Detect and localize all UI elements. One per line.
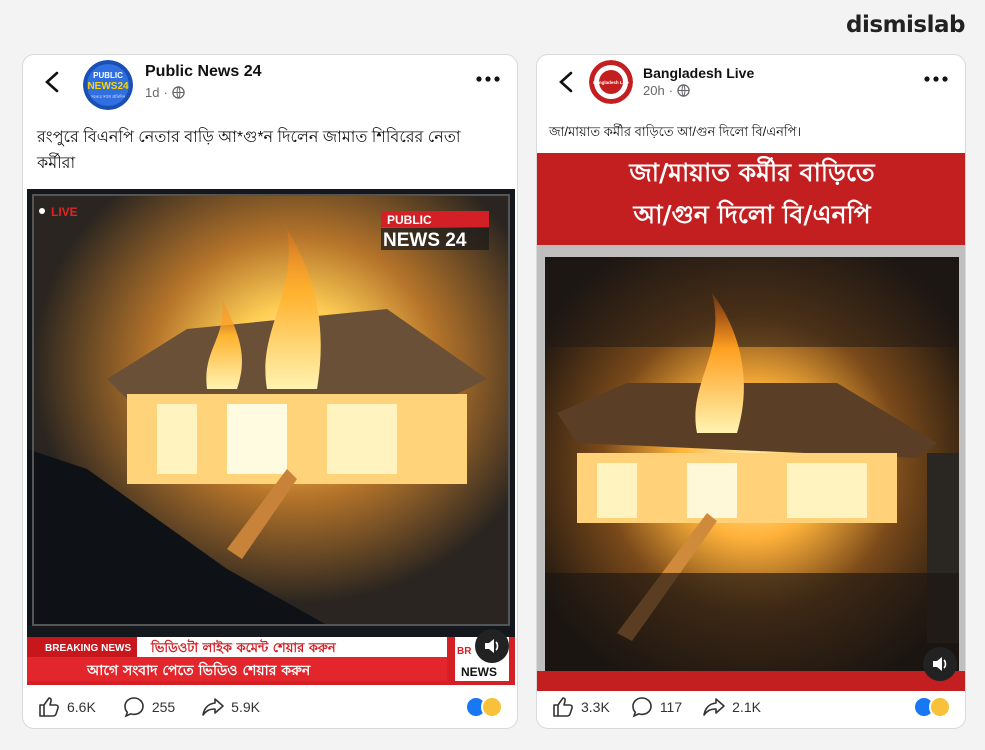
comment-count: 117: [659, 699, 683, 715]
fire-video-frame: জা/মায়াত কর্মীর বাড়িতে আ/গুন দিলো বি/এ…: [537, 153, 965, 691]
back-arrow-icon[interactable]: [555, 67, 577, 97]
like-count: 3.3K: [581, 699, 610, 715]
reaction-icons[interactable]: [465, 696, 503, 718]
avatar[interactable]: PUBLIC NEWS24 সত্যের সাথে প্রতিদিন: [83, 60, 133, 110]
share-button[interactable]: 2.1K: [702, 695, 761, 719]
ticker-bottom: আগে সংবাদ পেতে ভিডিও শেয়ার করুন: [86, 661, 311, 679]
thumbs-up-icon: [553, 697, 573, 717]
comment-icon: [124, 697, 144, 718]
more-options-icon[interactable]: [475, 73, 501, 85]
avatar-line3: সত্যের সাথে প্রতিদিন: [90, 94, 126, 99]
avatar-line2: NEWS24: [87, 81, 129, 92]
corner-badge-bottom: NEWS: [461, 665, 497, 679]
engagement-bar: 6.6K 255 5.9K: [23, 686, 517, 728]
avatar-line1: PUBLIC: [93, 71, 123, 80]
share-button[interactable]: 5.9K: [201, 695, 260, 719]
channel-logo-bottom: NEWS 24: [383, 230, 467, 251]
comment-button[interactable]: 255: [122, 695, 175, 719]
like-button[interactable]: 6.6K: [37, 695, 96, 719]
breaking-news-label: BREAKING NEWS: [45, 643, 131, 654]
back-arrow-icon[interactable]: [41, 67, 63, 97]
share-icon: [202, 698, 224, 716]
corner-badge-top: BR: [457, 646, 472, 657]
speaker-icon: [933, 657, 947, 671]
speaker-icon: [485, 639, 499, 653]
fire-video-frame: LIVE PUBLIC NEWS 24 BREAKING NEWS ভিডিওট…: [27, 189, 515, 685]
thumbs-up-icon: [39, 697, 59, 717]
avatar-line1: Bangladesh Live: [593, 80, 629, 85]
sound-toggle-button[interactable]: [475, 629, 509, 663]
post-meta: 20h ·: [643, 83, 690, 98]
comment-count: 255: [151, 699, 176, 715]
comment-button[interactable]: 117: [630, 695, 682, 719]
post-card-public-news-24: PUBLIC NEWS24 সত্যের সাথে প্রতিদিন Publi…: [22, 54, 518, 729]
post-header: Bangladesh Live Bangladesh Live 20h ·: [537, 55, 965, 115]
engagement-bar: 3.3K 117 2.1K: [537, 686, 965, 728]
banner-line1: জা/মায়াত কর্মীর বাড়িতে: [628, 156, 876, 187]
post-time: 1d: [145, 85, 160, 100]
sound-toggle-button[interactable]: [923, 647, 957, 681]
ticker-top: ভিডিওটা লাইক কমেন্ট শেয়ার করুন: [150, 639, 337, 656]
channel-logo-top: PUBLIC: [387, 213, 432, 227]
sad-reaction-icon: [481, 696, 503, 718]
share-count: 5.9K: [231, 699, 260, 715]
globe-icon: [677, 84, 690, 97]
live-label: LIVE: [51, 205, 78, 219]
page-name[interactable]: Bangladesh Live: [643, 65, 754, 81]
globe-icon: [172, 86, 185, 99]
post-header: PUBLIC NEWS24 সত্যের সাথে প্রতিদিন Publi…: [23, 55, 517, 115]
video-player[interactable]: LIVE PUBLIC NEWS 24 BREAKING NEWS ভিডিওট…: [27, 189, 515, 685]
like-count: 6.6K: [67, 699, 96, 715]
post-time: 20h: [643, 83, 665, 98]
post-card-bangladesh-live: Bangladesh Live Bangladesh Live 20h · জা…: [536, 54, 966, 729]
page-name[interactable]: Public News 24: [145, 63, 262, 81]
share-count: 2.1K: [732, 699, 761, 715]
video-player[interactable]: জা/মায়াত কর্মীর বাড়িতে আ/গুন দিলো বি/এ…: [537, 153, 965, 691]
reaction-icons[interactable]: [913, 696, 951, 718]
banner-line2: আ/গুন দিলো বি/এনপি: [632, 199, 871, 229]
dismislab-logo: dismislab: [846, 12, 965, 38]
post-meta: 1d ·: [145, 85, 185, 100]
share-icon: [703, 698, 725, 716]
like-button[interactable]: 3.3K: [551, 695, 610, 719]
more-options-icon[interactable]: [923, 73, 949, 85]
avatar[interactable]: Bangladesh Live: [589, 60, 633, 104]
comment-icon: [632, 697, 652, 718]
sad-reaction-icon: [929, 696, 951, 718]
